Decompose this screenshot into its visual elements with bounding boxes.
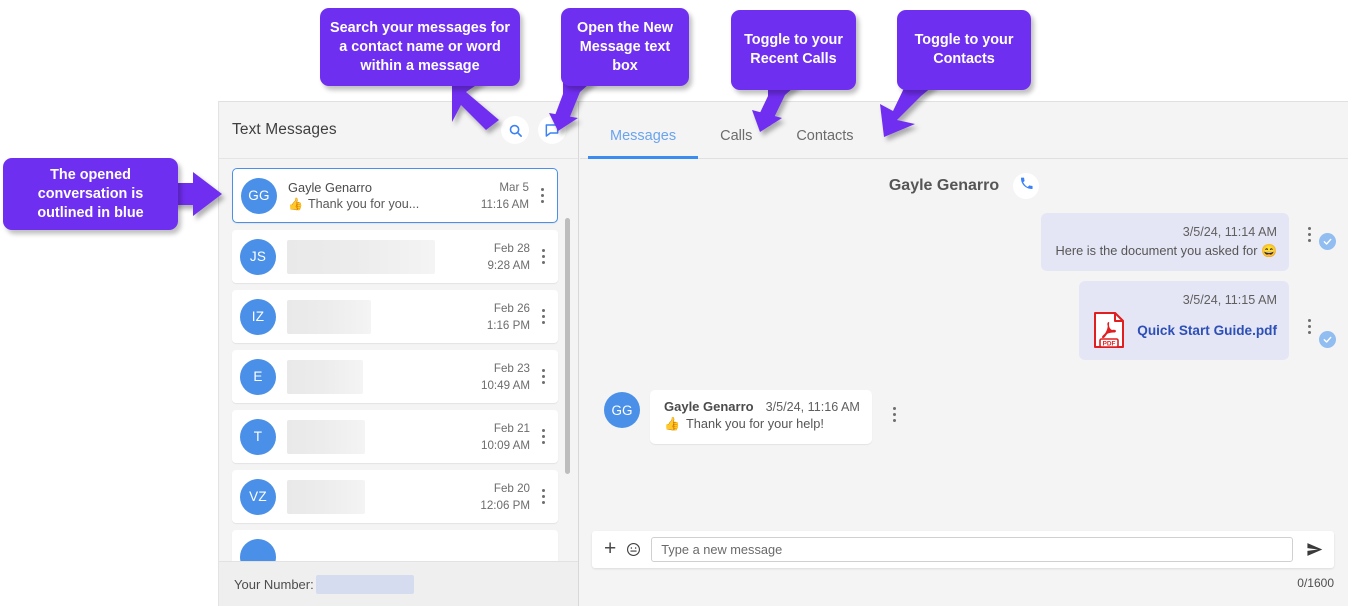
callout-opened-conversation: The opened conversation is outlined in b… [3, 158, 178, 230]
callout-search: Search your messages for a contact name … [320, 8, 520, 86]
callout-contacts: Toggle to your Contacts [897, 10, 1031, 90]
screenshot-root: Text Messages GG Gayle Genarro 👍 Thank y… [0, 0, 1353, 606]
callout-arrows [168, 78, 938, 216]
arrow-to-contacts-tab [880, 82, 938, 137]
callout-recent-calls: Toggle to your Recent Calls [731, 10, 856, 90]
callout-new-message: Open the New Message text box [561, 8, 689, 86]
